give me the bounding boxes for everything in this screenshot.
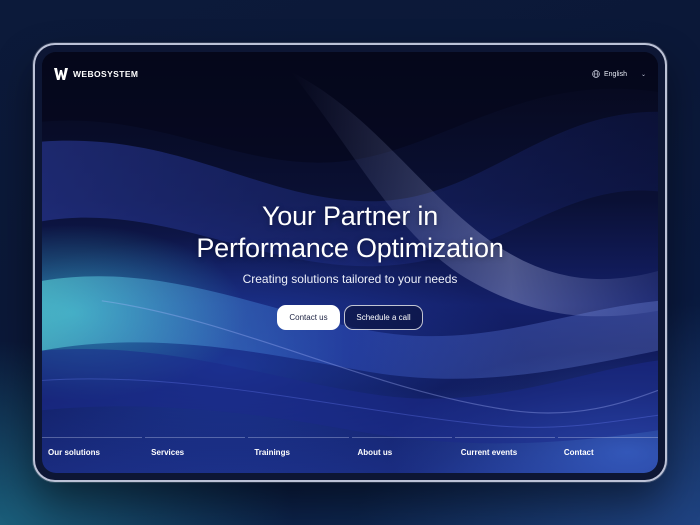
bottom-navigation: Our solutions Services Trainings About u… [42, 437, 658, 465]
nav-item-trainings[interactable]: Trainings [248, 437, 349, 465]
logo-w-icon [54, 68, 68, 80]
nav-item-contact[interactable]: Contact [557, 437, 658, 465]
header: WEBOSYSTEM English ⌄ [54, 66, 646, 82]
language-label: English [604, 70, 627, 78]
hero-title-line1: Your Partner in [261, 201, 439, 231]
nav-item-current-events[interactable]: Current events [454, 437, 555, 465]
website-screen: WEBOSYSTEM English ⌄ Your Partner in Per… [42, 52, 658, 473]
language-selector[interactable]: English ⌄ [592, 70, 646, 78]
nav-item-about-us[interactable]: About us [351, 437, 452, 465]
nav-item-our-solutions[interactable]: Our solutions [42, 437, 143, 465]
nav-item-services[interactable]: Services [145, 437, 246, 465]
cta-group: Contact us Schedule a call [42, 305, 658, 330]
brand-logo[interactable]: WEBOSYSTEM [54, 68, 138, 80]
hero-section: Your Partner in Performance Optimization… [42, 200, 658, 330]
schedule-call-button[interactable]: Schedule a call [344, 305, 423, 330]
hero-title-line2: Performance Optimization [196, 233, 504, 263]
hero-title: Your Partner in Performance Optimization [42, 200, 658, 264]
brand-name: WEBOSYSTEM [73, 69, 139, 79]
chevron-down-icon: ⌄ [640, 71, 646, 78]
device-frame: WEBOSYSTEM English ⌄ Your Partner in Per… [33, 43, 667, 482]
contact-us-button[interactable]: Contact us [277, 305, 340, 330]
hero-subtitle: Creating solutions tailored to your need… [242, 272, 458, 286]
globe-icon [592, 70, 600, 78]
